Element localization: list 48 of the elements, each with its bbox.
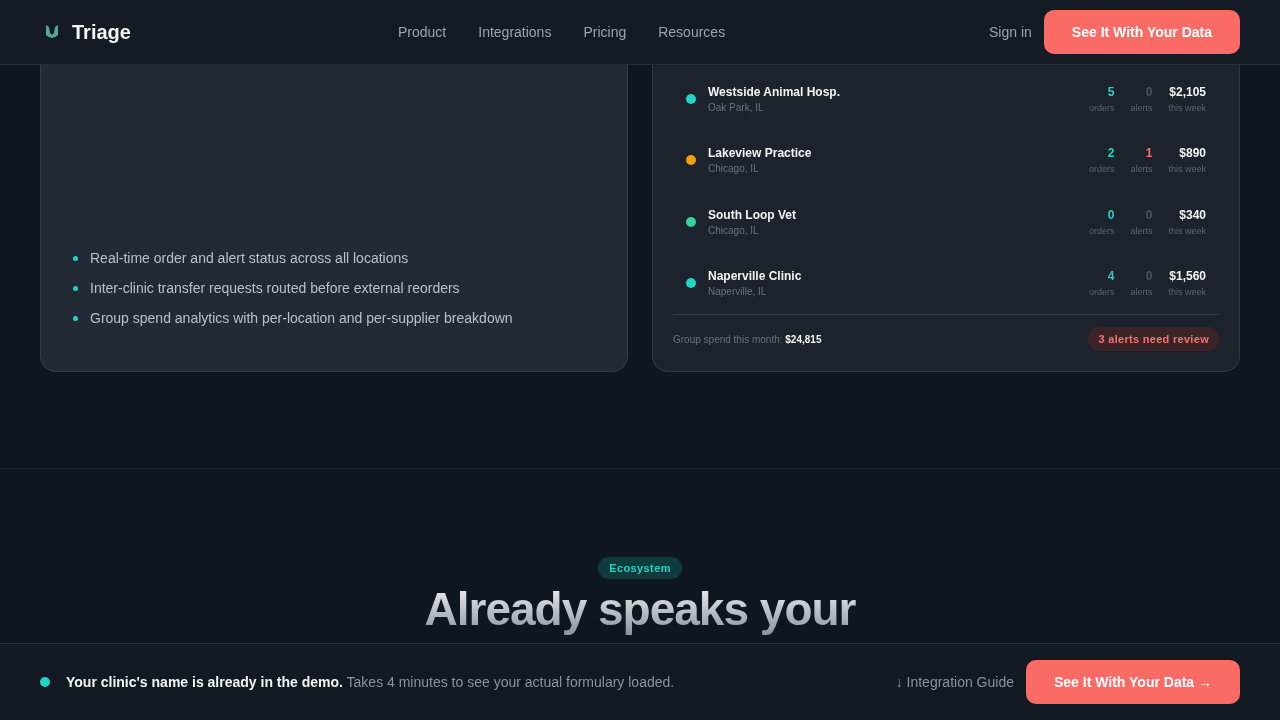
- location-name: South Loop Vet: [708, 207, 797, 222]
- stat-label: this week: [1168, 102, 1206, 113]
- spend-amount: $890: [1179, 146, 1206, 161]
- group-spend-text: Group spend this month: $24,815: [673, 333, 822, 345]
- location-city: Chicago, IL: [708, 163, 760, 175]
- stat-label: alerts: [1130, 102, 1153, 113]
- location-city: Naperville, IL: [708, 286, 768, 298]
- location-name: Westside Animal Hosp.: [708, 84, 842, 99]
- stat-label: alerts: [1130, 287, 1153, 298]
- banner-text: Your clinic's name is already in the demo. Takes 4 minutes to see your actual formulary loaded.: [66, 674, 676, 690]
- feature-text: Real-time order and alert status across all locations: [90, 250, 409, 266]
- spend-amount: $2,105: [1169, 84, 1206, 99]
- nav-link[interactable]: Integrations: [478, 24, 552, 40]
- stat-label: orders: [1088, 287, 1115, 298]
- status-icon: [40, 677, 50, 687]
- bullet-icon: [73, 285, 78, 291]
- orders-count: 2: [1107, 146, 1115, 161]
- alerts-badge: 3 alerts need review: [1088, 327, 1219, 351]
- spend-amount: $1,560: [1169, 269, 1206, 284]
- location-city: Oak Park, IL: [708, 101, 765, 113]
- stat-label: orders: [1088, 102, 1115, 113]
- location-city: Chicago, IL: [708, 224, 760, 236]
- feature-text: Group spend analytics with per-location and per-supplier breakdown: [90, 310, 513, 326]
- location-name: Naperville Clinic: [708, 269, 803, 284]
- orders-count: 5: [1107, 84, 1115, 99]
- stat-label: this week: [1168, 225, 1206, 236]
- integration-guide-link[interactable]: ↓ Integration Guide: [895, 674, 1014, 690]
- stat-label: alerts: [1130, 164, 1153, 175]
- sign-in-link[interactable]: Sign in: [989, 24, 1032, 40]
- section-badge: Ecosystem: [598, 557, 682, 579]
- bullet-icon: [73, 315, 78, 321]
- stat-label: alerts: [1130, 225, 1153, 236]
- feature-text: Inter-clinic transfer requests routed before external reorders: [90, 280, 460, 296]
- spend-amount: $340: [1179, 207, 1206, 222]
- orders-count: 4: [1107, 269, 1115, 284]
- stat-label: orders: [1088, 164, 1115, 175]
- alerts-count: 1: [1145, 146, 1153, 161]
- nav-link[interactable]: Product: [398, 24, 447, 40]
- location-name: Lakeview Practice: [708, 146, 813, 161]
- stat-label: this week: [1168, 164, 1206, 175]
- stat-label: orders: [1088, 225, 1115, 236]
- nav-link[interactable]: Pricing: [583, 24, 627, 40]
- nav-link[interactable]: Resources: [658, 24, 726, 40]
- logo-icon: [44, 23, 60, 41]
- brand-name[interactable]: Triage: [72, 20, 131, 44]
- bullet-icon: [73, 255, 78, 261]
- orders-count: 0: [1107, 207, 1115, 222]
- stat-label: this week: [1168, 287, 1206, 298]
